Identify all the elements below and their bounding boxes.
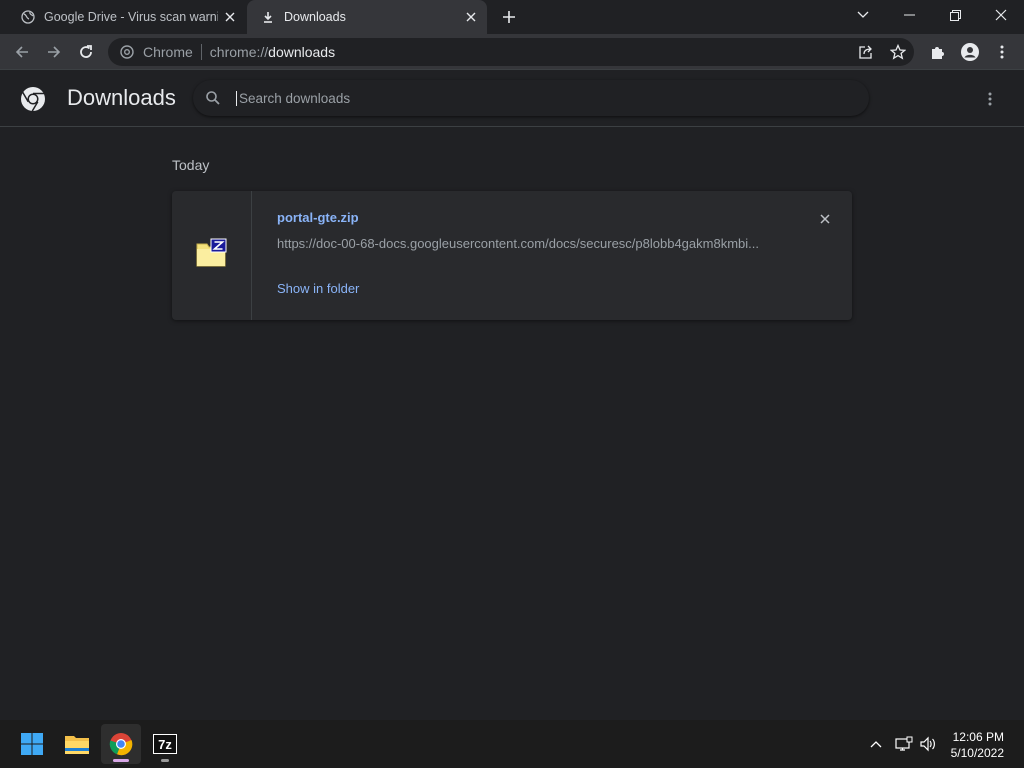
back-arrow-icon[interactable] <box>8 38 36 66</box>
search-box <box>193 80 869 116</box>
file-explorer-icon[interactable] <box>57 724 97 764</box>
close-window-icon[interactable] <box>978 0 1024 30</box>
show-in-folder-link[interactable]: Show in folder <box>277 281 359 296</box>
download-source-url-link[interactable]: https://doc-00-68-docs.googleusercontent… <box>277 236 777 251</box>
profile-avatar-icon[interactable] <box>956 38 984 66</box>
reload-icon[interactable] <box>72 38 100 66</box>
browser-toolbar: Chrome chrome://downloads <box>0 34 1024 70</box>
running-app-indicator <box>161 759 169 762</box>
extensions-puzzle-icon[interactable] <box>924 38 952 66</box>
volume-icon[interactable] <box>918 734 938 754</box>
chrome-menu-icon[interactable] <box>988 38 1016 66</box>
active-app-indicator <box>113 759 129 762</box>
tab-title: Downloads <box>284 10 346 24</box>
search-icon <box>205 90 221 106</box>
network-icon[interactable] <box>894 734 914 754</box>
tab-downloads[interactable]: Downloads <box>247 0 487 34</box>
system-clock[interactable]: 12:06 PM 5/10/2022 <box>951 729 1004 761</box>
download-icon <box>261 10 275 24</box>
tab-strip: Google Drive - Virus scan warning Downlo… <box>0 0 1024 34</box>
url-host: downloads <box>268 44 336 60</box>
chrome-logo-icon <box>20 86 46 112</box>
bookmark-star-icon[interactable] <box>884 38 912 66</box>
section-date-heading: Today <box>172 157 210 173</box>
windows-start-icon[interactable] <box>12 724 52 764</box>
remove-from-list-icon[interactable] <box>816 210 834 228</box>
address-bar[interactable]: Chrome chrome://downloads <box>108 38 914 66</box>
close-tab-icon[interactable] <box>222 9 238 25</box>
divider <box>200 44 202 60</box>
7zip-icon[interactable]: 7z <box>145 724 185 764</box>
7zip-archive-icon <box>195 238 229 273</box>
tab-title: Google Drive - Virus scan warning <box>44 10 218 24</box>
tab-search-chevron-icon[interactable] <box>840 0 886 30</box>
new-tab-icon[interactable] <box>499 7 519 27</box>
clock-time: 12:06 PM <box>952 730 1004 744</box>
chrome-icon <box>120 45 134 59</box>
forward-arrow-icon[interactable] <box>40 38 68 66</box>
share-icon[interactable] <box>852 38 880 66</box>
minimize-icon[interactable] <box>886 0 932 30</box>
search-downloads-input[interactable] <box>236 90 836 106</box>
svg-text:7z: 7z <box>158 737 172 752</box>
windows-taskbar: 7z 12:06 PM 5/10/2022 <box>0 720 1024 768</box>
chrome-taskbar-icon[interactable] <box>101 724 141 764</box>
page-title: Downloads <box>67 85 176 110</box>
download-file-name-link[interactable]: portal-gte.zip <box>277 210 359 225</box>
show-hidden-icons-chevron-icon[interactable] <box>866 734 886 754</box>
restore-icon[interactable] <box>932 0 978 30</box>
file-icon-column <box>172 191 252 320</box>
close-tab-icon[interactable] <box>463 9 479 25</box>
url-scheme: chrome:// <box>209 44 269 60</box>
tab-google-drive[interactable]: Google Drive - Virus scan warning <box>0 0 246 34</box>
download-item-card: portal-gte.zip https://doc-00-68-docs.go… <box>172 191 852 320</box>
more-actions-icon[interactable] <box>978 87 1002 111</box>
site-label: Chrome <box>143 44 193 60</box>
downloads-header: Downloads <box>0 71 1024 127</box>
globe-icon <box>21 10 35 24</box>
clock-date: 5/10/2022 <box>950 746 1004 760</box>
